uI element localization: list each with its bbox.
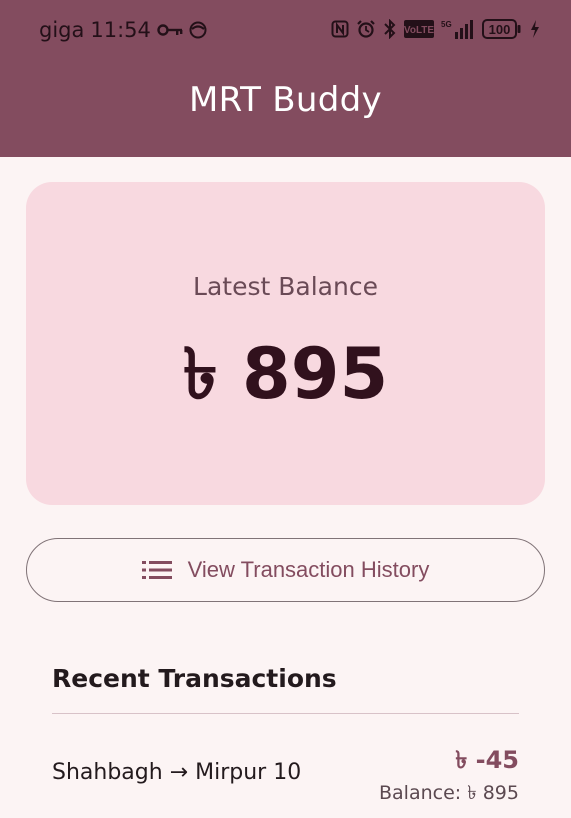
transaction-route: Shahbagh → Mirpur 10 <box>52 760 302 785</box>
transaction-row[interactable]: Shahbagh → Mirpur 10 ৳ -45 Balance: ৳ 89… <box>52 730 519 810</box>
transaction-amount: ৳ -45 <box>455 746 519 774</box>
view-transaction-history-label: View Transaction History <box>187 557 430 582</box>
balance-amount: ৳ 895 <box>182 333 389 415</box>
status-bar: giga 11:54 VoLTE 5G 100 <box>0 0 571 62</box>
nfc-icon <box>331 20 349 38</box>
transaction-balance: Balance: ৳ 895 <box>379 782 519 804</box>
page-title: MRT Buddy <box>189 80 382 120</box>
carrier-label: giga <box>39 18 85 42</box>
list-icon <box>141 561 172 579</box>
battery-icon: 100 <box>482 19 522 39</box>
divider <box>52 713 519 714</box>
balance-label: Latest Balance <box>193 272 378 301</box>
signal-icon: 5G <box>441 19 475 39</box>
bluetooth-icon <box>383 19 397 39</box>
app-bar: giga 11:54 VoLTE 5G 100 MRT Buddy <box>0 0 571 157</box>
view-transaction-history-button[interactable]: View Transaction History <box>26 538 545 602</box>
face-icon <box>189 21 207 39</box>
status-right: VoLTE 5G 100 <box>331 19 541 39</box>
charging-icon <box>529 19 541 39</box>
clock: 11:54 <box>90 18 151 42</box>
alarm-icon <box>356 19 376 39</box>
recent-transactions-title: Recent Transactions <box>52 664 337 693</box>
battery-level: 100 <box>489 22 511 37</box>
status-left: giga 11:54 <box>39 18 207 42</box>
volte-icon: VoLTE <box>404 20 434 38</box>
volte-label: VoLTE <box>404 25 434 36</box>
key-icon <box>157 22 183 38</box>
balance-card: Latest Balance ৳ 895 <box>26 182 545 505</box>
network-label: 5G <box>441 20 452 29</box>
